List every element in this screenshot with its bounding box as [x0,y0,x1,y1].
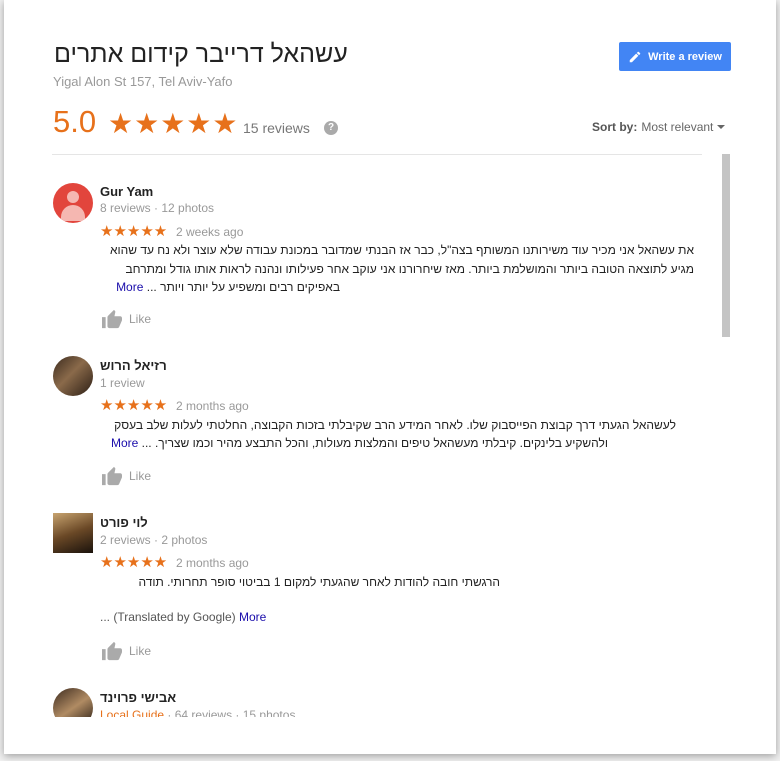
review-date: 2 months ago [176,399,249,413]
like-button[interactable]: Like [101,641,151,661]
write-review-label: Write a review [648,50,722,63]
review-text-tail: ... (Translated by Google) [100,610,236,624]
avatar[interactable] [53,356,93,396]
sort-value: Most relevant [641,120,714,134]
like-label: Like [129,312,152,326]
sort-dropdown[interactable]: Sort by: Most relevant [592,120,726,134]
reviewer-meta: 1 review [100,376,145,390]
review-text-line: מגיע לתוצאה הטובה ביותר והמושלמת ביותר. … [125,262,694,276]
caret-down-icon [717,125,726,129]
write-review-button[interactable]: Write a review [619,42,731,71]
like-label: Like [129,644,152,658]
review-text-tail: באפיקים רבים ומשפיע על יותר ויותר ... [146,280,340,294]
thumbs-up-icon [102,641,122,661]
review-text-line: באפיקים רבים ומשפיע על יותר ויותר ... Mo… [100,278,340,297]
review-stars: ★★★★★ [100,397,168,414]
local-guide-badge: Local Guide [100,708,165,717]
thumbs-up-icon [102,309,122,329]
review-text-line: לעשהאל הגעתי דרך קבוצת הפייסבוק שלו. לאח… [114,418,676,432]
reviewer-meta-counts: · 64 reviews · 15 photos [164,708,296,717]
review-stars: ★★★★★ [100,223,168,240]
more-link[interactable]: More [116,280,143,294]
avatar[interactable] [53,513,93,553]
review-text-tail: ולהשקיע בלינקים. קיבלתי מעשהאל טיפים והמ… [141,436,608,450]
avatar[interactable] [53,688,93,717]
review-text-line: ולהשקיע בלינקים. קיבלתי מעשהאל טיפים והמ… [100,434,608,453]
avatar[interactable] [53,183,93,223]
overall-stars: ★★★★★ [108,108,239,139]
sort-label: Sort by: [592,120,638,134]
review-text-line: את עשהאל אני מכיר עוד משירותנו המשותף בצ… [109,243,694,257]
thumbs-up-icon [102,466,122,486]
review-text-line: הרגשתי חובה להודות לאחר שהגעתי למקום 1 ב… [138,575,500,589]
review-stars: ★★★★★ [100,554,168,571]
reviewer-meta: Local Guide · 64 reviews · 15 photos [100,708,295,717]
business-address: Yigal Alon St 157, Tel Aviv-Yafo [53,74,233,89]
help-icon[interactable]: ? [324,121,338,135]
scrollbar-thumb[interactable] [722,154,730,337]
more-link[interactable]: More [239,610,266,624]
reviews-dialog: עשהאל דרייבר קידום אתרים Yigal Alon St 1… [4,0,776,754]
review-list: Gur Yam 8 reviews · 12 photos ★★★★★ 2 we… [4,155,719,717]
reviewer-meta: 8 reviews · 12 photos [100,201,215,215]
business-title: עשהאל דרייבר קידום אתרים [54,40,348,68]
overall-rating: 5.0 [53,104,97,139]
reviewer-name[interactable]: אבישי פרוינד [100,690,176,705]
review-date: 2 weeks ago [176,225,244,239]
pencil-icon [629,51,641,62]
reviewer-name[interactable]: לוי פורט [100,515,148,530]
review-date: 2 months ago [176,556,249,570]
more-link[interactable]: More [111,436,138,450]
like-label: Like [129,469,152,483]
reviewer-meta: 2 reviews · 2 photos [100,533,208,547]
like-button[interactable]: Like [101,466,151,486]
reviewer-name[interactable]: רזיאל הרוש [100,358,167,373]
reviewer-name[interactable]: Gur Yam [100,184,153,199]
like-button[interactable]: Like [101,309,151,329]
review-count[interactable]: 15 reviews [243,120,310,136]
review-text-line: ... (Translated by Google) More [100,608,694,627]
